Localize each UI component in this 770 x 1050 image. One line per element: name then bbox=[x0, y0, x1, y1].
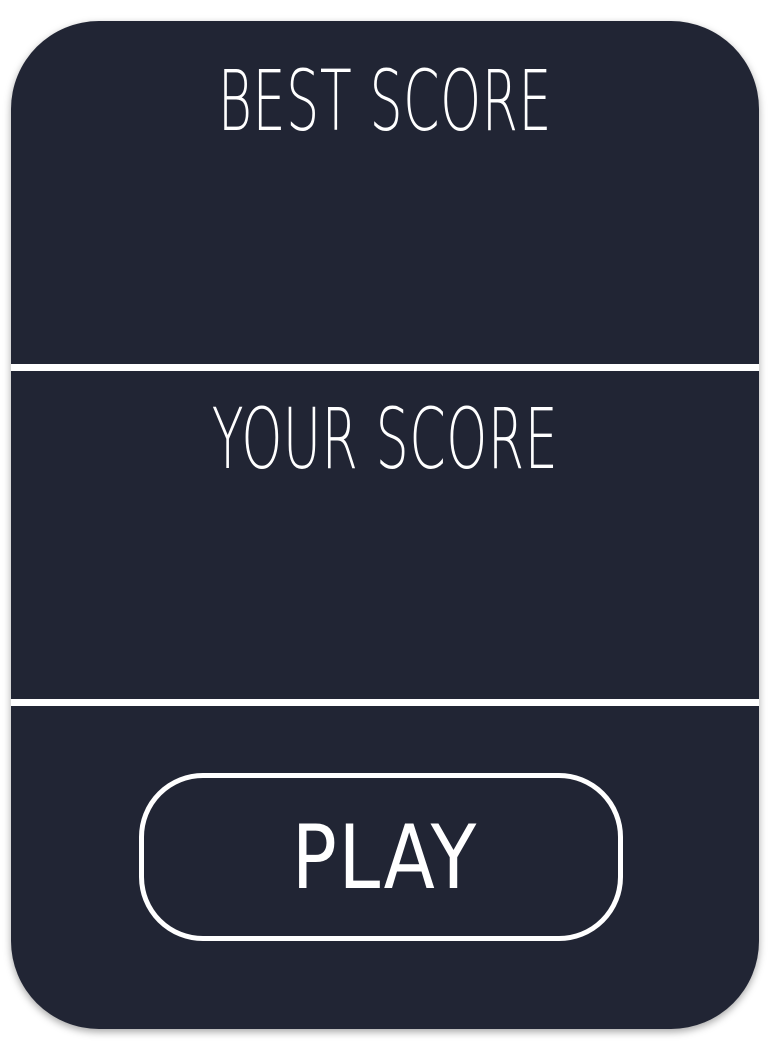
best-score-label: BEST SCORE bbox=[217, 52, 553, 150]
score-panel: BEST SCORE YOUR SCORE PLAY bbox=[11, 21, 759, 1029]
divider bbox=[11, 364, 759, 371]
play-button-label: PLAY bbox=[292, 805, 479, 909]
your-score-label: YOUR SCORE bbox=[211, 390, 559, 488]
play-button[interactable]: PLAY bbox=[139, 773, 623, 941]
divider bbox=[11, 699, 759, 706]
